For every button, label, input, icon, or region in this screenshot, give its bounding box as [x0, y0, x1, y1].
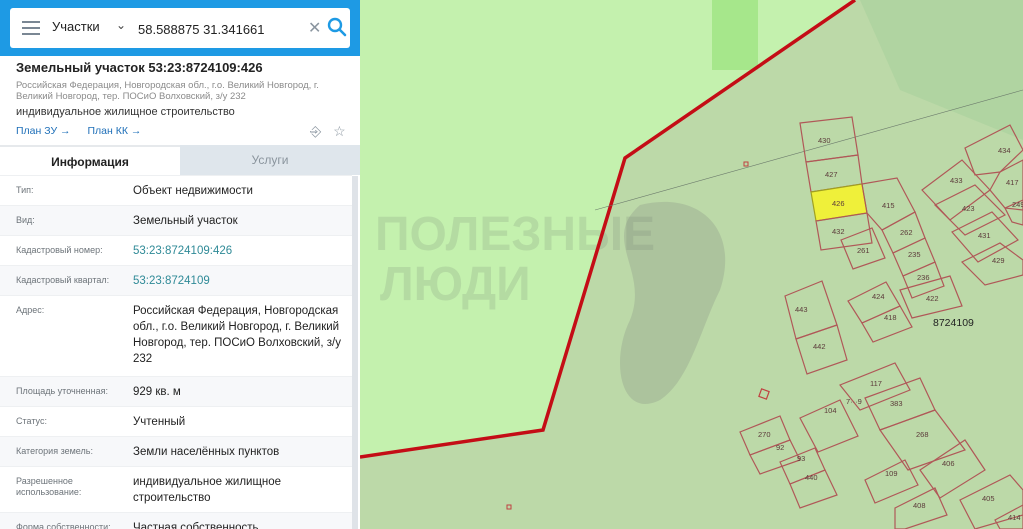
tab-information[interactable]: Информация	[0, 145, 180, 177]
parcel-label: 408	[913, 501, 926, 510]
info-row: Форма собственности: Частная собственнос…	[0, 512, 352, 529]
row-key: Кадастровый номер:	[16, 245, 103, 255]
parcel-label: 424	[872, 292, 885, 301]
parcel-label: 261	[857, 246, 870, 255]
info-row: Площадь уточненная: 929 кв. м	[0, 376, 352, 406]
parcel-label: 414	[1008, 513, 1021, 522]
cadastral-map[interactable]: ПОЛЕЗНЫЕ ЛЮДИ 430 427 426 432 415 261 26…	[360, 0, 1023, 529]
parcel-label: 422	[926, 294, 939, 303]
row-key: Тип:	[16, 185, 34, 195]
parcel-label: 268	[916, 430, 929, 439]
parcel-label: 406	[942, 459, 955, 468]
parcel-label: 423	[962, 204, 975, 213]
watermark-line-1: ПОЛЕЗНЫЕ	[375, 208, 655, 261]
info-tabs: Информация Услуги	[0, 145, 360, 177]
parcel-address: Российская Федерация, Новгородская обл.,…	[16, 80, 319, 102]
watermark-line-2: ЛЮДИ	[380, 258, 531, 311]
info-row: Статус: Учтенный	[0, 406, 352, 436]
map-canvas[interactable]: ПОЛЕЗНЫЕ ЛЮДИ 430 427 426 432 415 261 26…	[360, 0, 1023, 529]
parcel-title: Земельный участок 53:23:8724109:426	[16, 60, 263, 75]
row-value: Объект недвижимости	[133, 185, 253, 197]
info-row: Кадастровый номер: 53:23:8724109:426	[0, 235, 352, 265]
parcel-label: 405	[982, 494, 995, 503]
parcel-label: 426	[832, 199, 845, 208]
info-row: Тип: Объект недвижимости	[0, 175, 352, 205]
row-key: Разрешенное использование:	[16, 476, 82, 497]
row-key: Адрес:	[16, 305, 45, 315]
parcel-label: 93	[797, 454, 805, 463]
row-key: Площадь уточненная:	[16, 386, 108, 396]
info-row: Адрес: Российская Федерация, Новгородска…	[0, 295, 352, 376]
parcel-use: индивидуальное жилищное строительство	[16, 106, 235, 118]
parcel-label: 433	[950, 176, 963, 185]
tab-services[interactable]: Услуги	[180, 145, 360, 175]
parcel-label: 249	[1012, 200, 1023, 209]
row-value: индивидуальное жилищное строительство	[133, 476, 282, 504]
info-row: Категория земель: Земли населённых пункт…	[0, 436, 352, 466]
cadastral-number-link[interactable]: 53:23:8724109:426	[133, 243, 348, 259]
row-key: Статус:	[16, 416, 47, 426]
parcel-label: 429	[992, 256, 1005, 265]
row-key: Кадастровый квартал:	[16, 275, 110, 285]
search-bar: Участки ⌄ ✕	[0, 0, 360, 56]
row-key: Форма собственности:	[16, 522, 111, 529]
row-value: Частная собственность	[133, 522, 259, 529]
close-icon[interactable]: ✕	[308, 18, 321, 38]
parcel-label: 427	[825, 170, 838, 179]
cadastral-quarter-link[interactable]: 53:23:8724109	[133, 273, 348, 289]
row-value: Земли населённых пунктов	[133, 446, 280, 458]
row-value: Земельный участок	[133, 215, 238, 227]
star-icon[interactable]: ☆	[333, 123, 346, 139]
parcel-label: 235	[908, 250, 921, 259]
plan-kk-link[interactable]: План КК →	[87, 125, 141, 137]
row-value: Российская Федерация, Новгородская обл.,…	[133, 305, 341, 365]
row-key: Категория земель:	[16, 446, 93, 456]
plan-zu-link[interactable]: План ЗУ →	[16, 125, 71, 137]
info-row: Кадастровый квартал: 53:23:8724109	[0, 265, 352, 295]
menu-icon[interactable]	[22, 21, 40, 35]
parcel-label: 104	[824, 406, 837, 415]
parcel-label: 236	[917, 273, 930, 282]
parcel-label: 270	[758, 430, 771, 439]
row-key: Вид:	[16, 215, 35, 225]
scrollbar[interactable]	[352, 176, 358, 529]
object-type-select[interactable]: Участки	[52, 19, 100, 34]
parcel-label: 117	[870, 379, 882, 388]
parcel-label: 7···9	[846, 397, 862, 406]
search-document-icon[interactable]: ⎆	[310, 123, 321, 139]
info-panel: Участки ⌄ ✕ Земельный участок 53:23:8724…	[0, 0, 360, 529]
parcel-label: 417	[1006, 178, 1019, 187]
parcel-label: 442	[813, 342, 826, 351]
chevron-down-icon[interactable]: ⌄	[116, 18, 126, 32]
parcel-label: 440	[805, 473, 818, 482]
parcel-label: 109	[885, 469, 898, 478]
parcel-label: 383	[890, 399, 903, 408]
road-strip	[712, 0, 758, 70]
row-value: Учтенный	[133, 416, 186, 428]
search-box: Участки ⌄ ✕	[10, 8, 350, 48]
parcel-label: 431	[978, 231, 991, 240]
search-icon[interactable]	[326, 16, 348, 38]
cadastral-block-label: 8724109	[933, 317, 974, 329]
info-row: Разрешенное использование: индивидуально…	[0, 466, 352, 512]
plan-links: План ЗУ → План КК →	[16, 125, 155, 137]
parcel-label: 418	[884, 313, 897, 322]
parcel-label: 92	[776, 443, 784, 452]
search-input[interactable]	[136, 14, 310, 44]
info-row: Вид: Земельный участок	[0, 205, 352, 235]
parcel-label: 262	[900, 228, 913, 237]
parcel-label: 443	[795, 305, 808, 314]
parcel-label: 434	[998, 146, 1011, 155]
row-value: 929 кв. м	[133, 386, 181, 398]
info-table: Тип: Объект недвижимости Вид: Земельный …	[0, 175, 352, 529]
parcel-label: 432	[832, 227, 845, 236]
card-actions: ⎆ ☆	[310, 123, 346, 140]
parcel-label: 430	[818, 136, 831, 145]
parcel-label: 415	[882, 201, 895, 210]
